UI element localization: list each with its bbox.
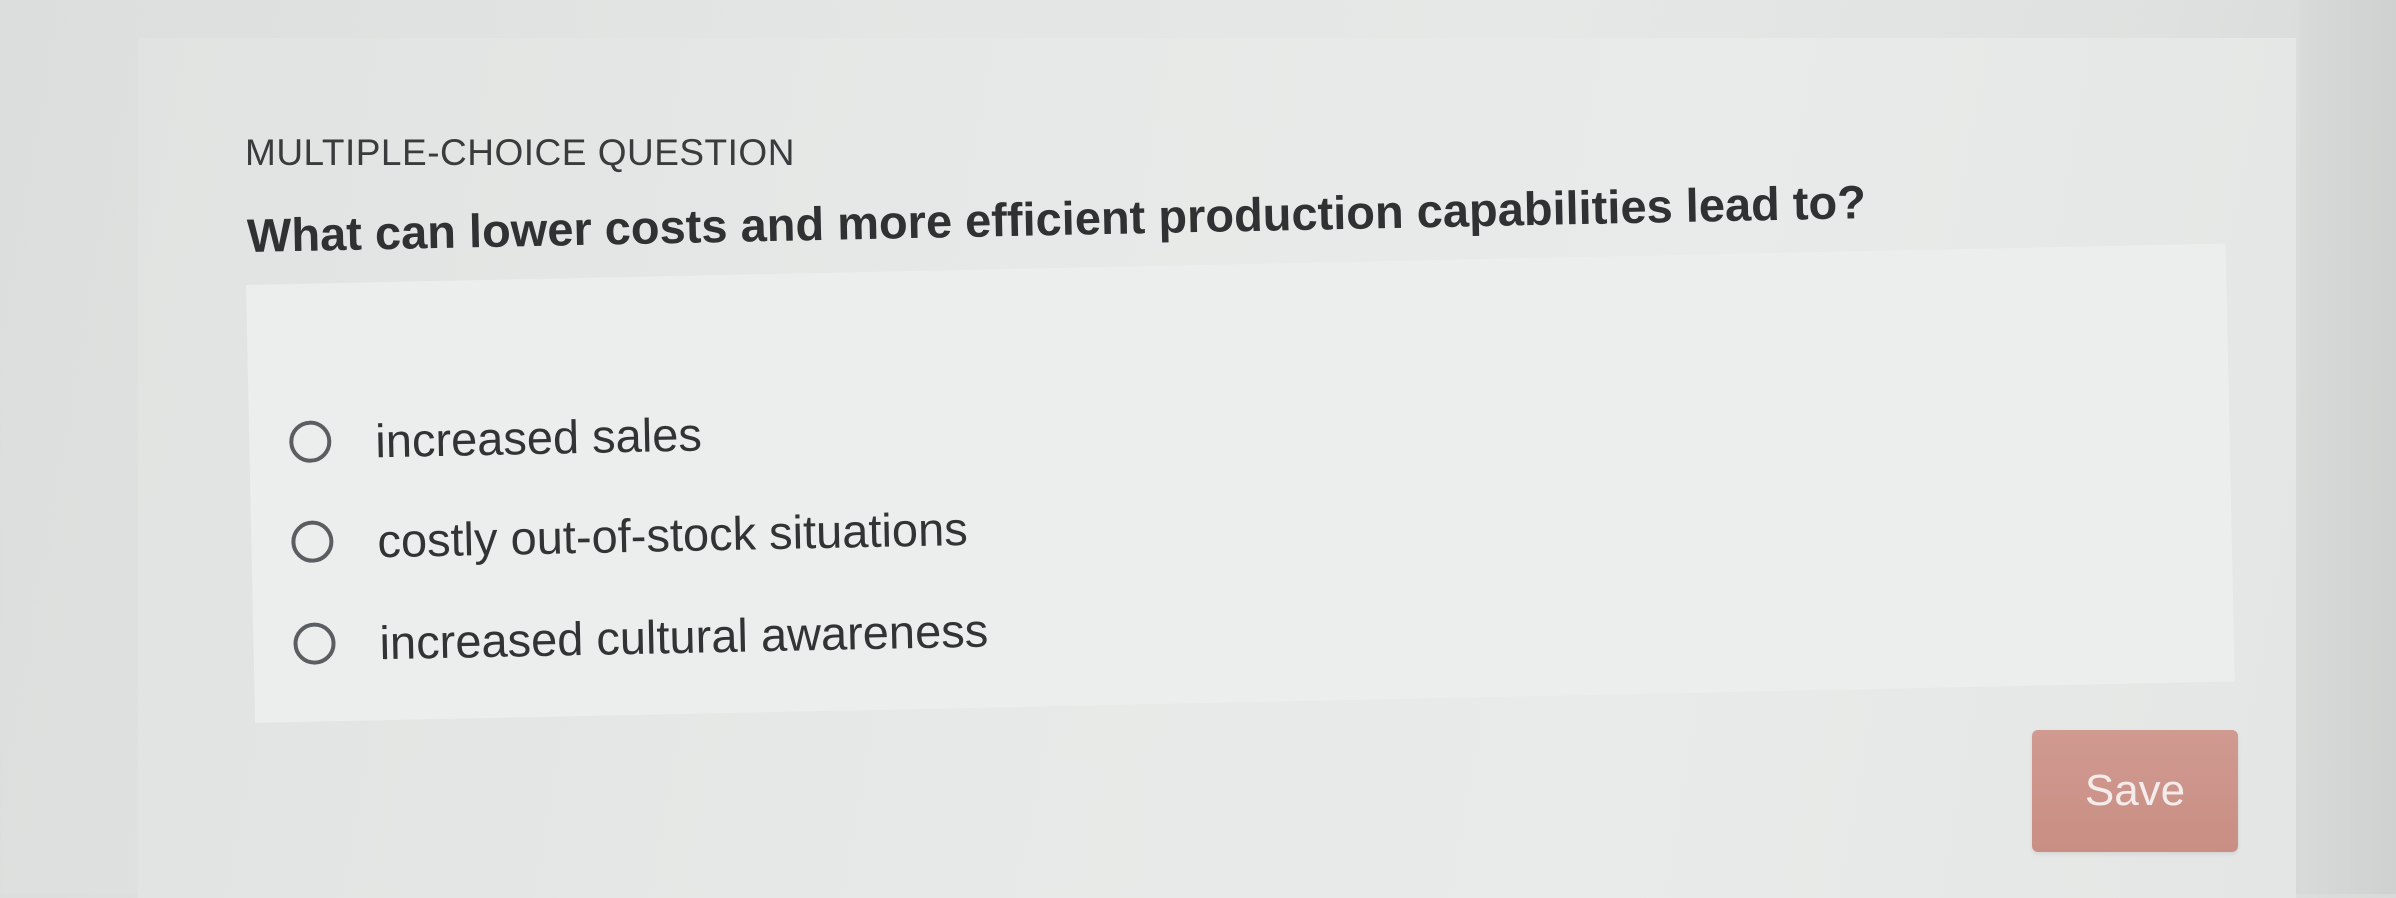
radio-button-icon[interactable] — [293, 622, 336, 666]
screen-edge — [2300, 0, 2396, 894]
answer-option-label: increased cultural awareness — [378, 603, 989, 669]
answer-option[interactable]: increased cultural awareness — [293, 600, 989, 675]
radio-button-icon[interactable] — [290, 520, 334, 564]
answer-option-label: increased sales — [374, 406, 703, 467]
radio-button-icon[interactable] — [288, 420, 332, 464]
answer-option[interactable]: costly out-of-stock situations — [290, 498, 969, 572]
answer-options: increased sales costly out-of-stock situ… — [246, 243, 2235, 723]
save-button[interactable]: Save — [2032, 730, 2238, 852]
answer-option-label: costly out-of-stock situations — [376, 501, 969, 567]
question-type-label: MULTIPLE-CHOICE QUESTION — [245, 132, 795, 173]
answer-option[interactable]: increased sales — [288, 403, 703, 472]
